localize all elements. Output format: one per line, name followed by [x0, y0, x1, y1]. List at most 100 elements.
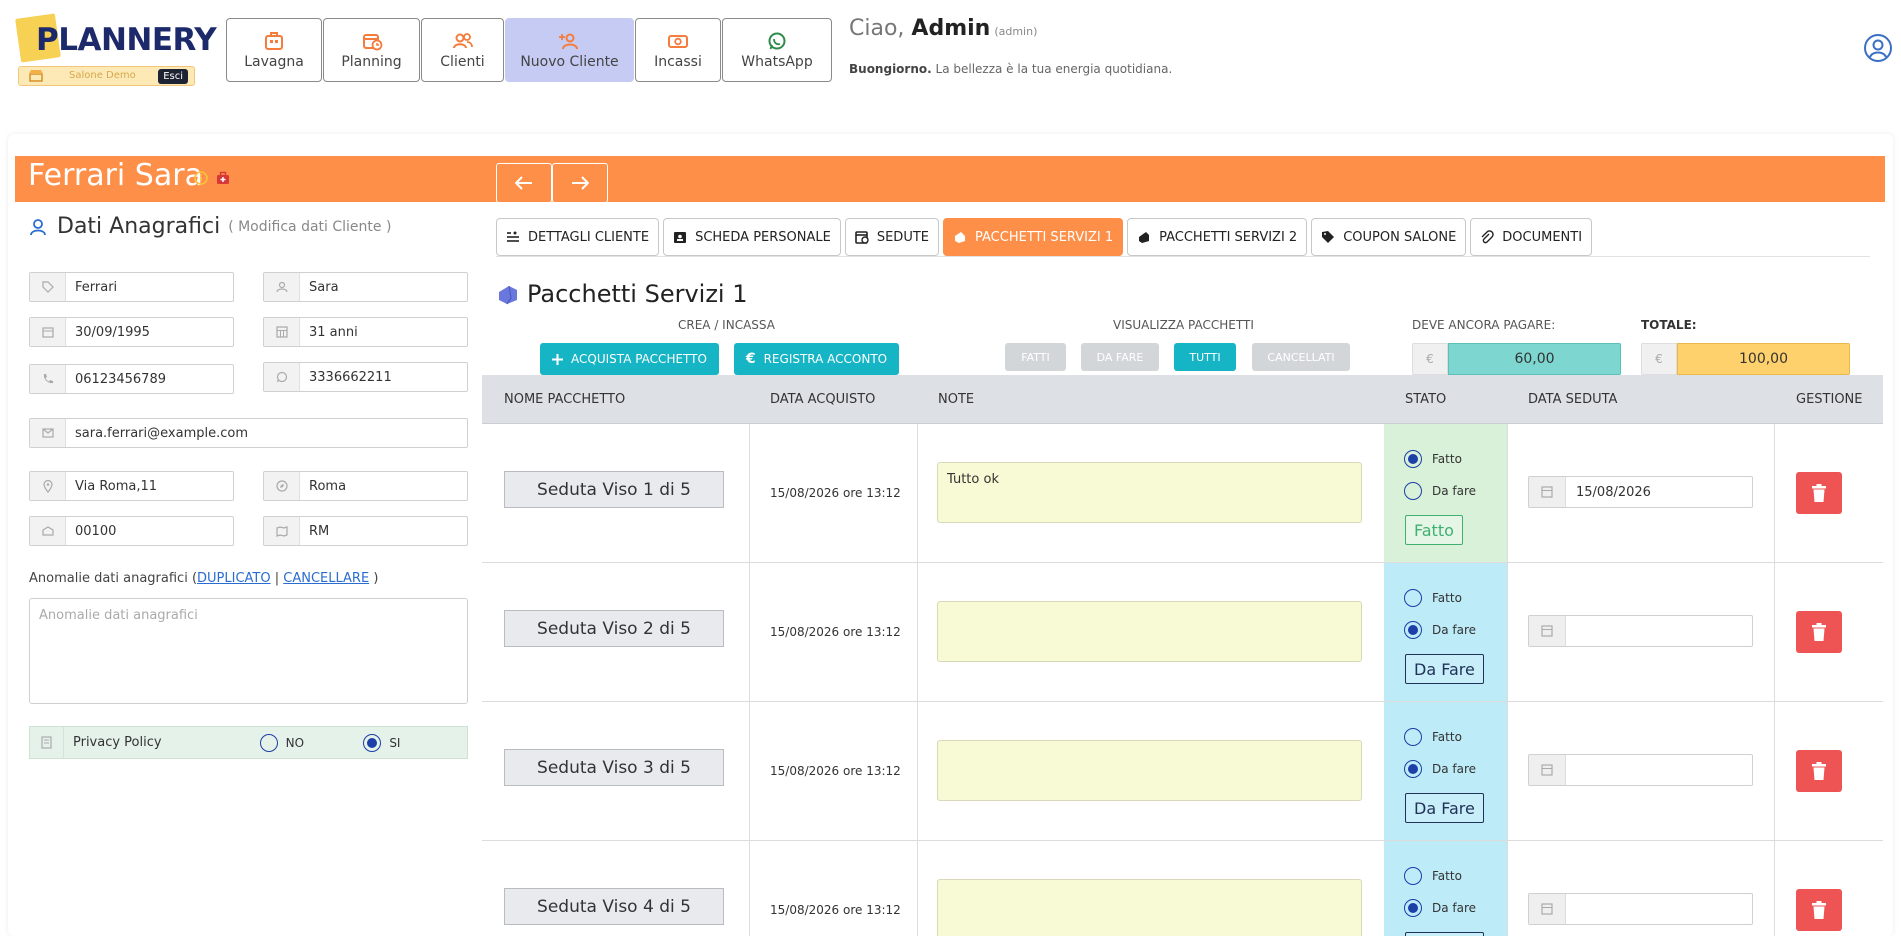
plus-icon	[552, 353, 564, 365]
status-fatto-label: Fatto	[1432, 730, 1462, 744]
whatsapp-field[interactable]: 3336662211	[263, 362, 468, 392]
seduta-date-value	[1566, 616, 1576, 646]
note-field[interactable]	[937, 879, 1362, 936]
client-name-icons	[194, 171, 230, 185]
nav-whatsapp[interactable]: WhatsApp	[722, 18, 832, 82]
acquista-pacchetto-button[interactable]: ACQUISTA PACCHETTO	[540, 343, 719, 375]
tab-scheda-personale[interactable]: SCHEDA PERSONALE	[663, 218, 841, 256]
privacy-no-option[interactable]: NO	[259, 733, 364, 752]
package-name[interactable]: Seduta Viso 1 di 5	[504, 471, 724, 508]
delete-button[interactable]	[1796, 611, 1842, 653]
filter-da-fare-button[interactable]: DA FARE	[1081, 343, 1159, 371]
arrow-left-icon	[515, 176, 532, 190]
logo[interactable]: PLANNERY Salone Demo Esci	[15, 13, 217, 88]
email-field[interactable]: sara.ferrari@example.com	[29, 418, 468, 448]
nav-planning[interactable]: Planning	[323, 18, 420, 82]
next-client-button[interactable]	[552, 163, 608, 203]
seduta-date-field[interactable]	[1528, 893, 1753, 925]
status-fatto-radio[interactable]	[1404, 589, 1422, 607]
salone-bar: Salone Demo Esci	[18, 66, 195, 86]
status-dafare-radio[interactable]	[1404, 760, 1422, 778]
status-dafare-option[interactable]: Da fare	[1404, 899, 1476, 917]
tab-dettagli-cliente[interactable]: DETTAGLI CLIENTE	[496, 218, 660, 256]
user-account-icon[interactable]	[1863, 33, 1893, 63]
status-dafare-option[interactable]: Da fare	[1404, 482, 1476, 500]
greeting-prefix: Ciao,	[849, 16, 905, 41]
salone-name: Salone Demo	[69, 70, 136, 81]
registra-acconto-button[interactable]: € REGISTRA ACCONTO	[734, 343, 899, 375]
cap-field[interactable]: 00100	[29, 516, 234, 546]
edit-client-link[interactable]: ( Modifica dati Cliente )	[228, 219, 391, 235]
email-value: sara.ferrari@example.com	[75, 425, 248, 441]
status-dafare-option[interactable]: Da fare	[1404, 621, 1476, 639]
seduta-date-field[interactable]: 15/08/2026	[1528, 476, 1753, 508]
address-field[interactable]: Via Roma,11	[29, 471, 234, 501]
tab-sedute[interactable]: SEDUTE	[844, 218, 939, 256]
status-fatto-radio[interactable]	[1404, 450, 1422, 468]
client-name: Ferrari Sara	[28, 158, 203, 193]
seduta-date-field[interactable]	[1528, 754, 1753, 786]
note-field[interactable]	[937, 740, 1362, 801]
status-fatto-radio[interactable]	[1404, 728, 1422, 746]
delete-button[interactable]	[1796, 889, 1842, 931]
nav-label: Clienti	[440, 53, 485, 70]
nome-field[interactable]: Sara	[263, 272, 468, 302]
delete-button[interactable]	[1796, 472, 1842, 514]
tab-documenti[interactable]: DOCUMENTI	[1470, 218, 1593, 256]
city-field[interactable]: Roma	[263, 471, 468, 501]
package-name[interactable]: Seduta Viso 4 di 5	[504, 888, 724, 925]
cell-divider	[1507, 424, 1508, 562]
privacy-no-radio[interactable]	[259, 733, 278, 752]
tab-pacchetti-servizi-2[interactable]: PACCHETTI SERVIZI 2	[1127, 218, 1308, 256]
status-fatto-radio[interactable]	[1404, 867, 1422, 885]
greeting-role: (admin)	[994, 25, 1038, 38]
status-cell: Fatto Da fare Da Fare	[1384, 563, 1507, 701]
logout-button[interactable]: Esci	[158, 69, 188, 84]
anomalie-textarea[interactable]: Anomalie dati anagrafici	[29, 598, 468, 704]
status-cell: Fatto Da fare Da Fare	[1384, 702, 1507, 840]
birthdate-field[interactable]: 30/09/1995	[29, 317, 234, 347]
nav-lavagna[interactable]: Lavagna	[226, 18, 322, 82]
note-field[interactable]: Tutto ok	[937, 462, 1362, 523]
package-name[interactable]: Seduta Viso 3 di 5	[504, 749, 724, 786]
info-icon[interactable]	[194, 171, 208, 185]
status-fatto-option[interactable]: Fatto	[1404, 728, 1462, 746]
privacy-si-radio[interactable]	[363, 733, 382, 752]
nav-clienti[interactable]: Clienti	[421, 18, 504, 82]
status-fatto-option[interactable]: Fatto	[1404, 589, 1462, 607]
paperclip-icon	[1481, 230, 1495, 244]
status-fatto-option[interactable]: Fatto	[1404, 867, 1462, 885]
status-dafare-radio[interactable]	[1404, 899, 1422, 917]
tag-icon	[30, 273, 66, 301]
duplicato-link[interactable]: DUPLICATO	[197, 571, 271, 586]
client-tabs: DETTAGLI CLIENTE SCHEDA PERSONALE SEDUTE…	[496, 218, 1593, 256]
tab-label: SCHEDA PERSONALE	[695, 229, 831, 245]
privacy-si-option[interactable]: SI	[363, 733, 467, 752]
package-name[interactable]: Seduta Viso 2 di 5	[504, 610, 724, 647]
anomalie-prefix: Anomalie dati anagrafici (	[29, 571, 198, 586]
nav-incassi[interactable]: Incassi	[635, 18, 721, 82]
tab-label: SEDUTE	[876, 229, 929, 245]
cognome-field[interactable]: Ferrari	[29, 272, 234, 302]
delete-button[interactable]	[1796, 750, 1842, 792]
filter-fatti-button[interactable]: FATTI	[1005, 343, 1066, 371]
phone-field[interactable]: 06123456789	[29, 364, 234, 394]
status-dafare-radio[interactable]	[1404, 621, 1422, 639]
filter-tutti-button[interactable]: TUTTI	[1174, 343, 1236, 371]
note-field[interactable]	[937, 601, 1362, 662]
cancellare-link[interactable]: CANCELLARE	[283, 571, 369, 586]
status-dafare-radio[interactable]	[1404, 482, 1422, 500]
cash-icon	[668, 34, 688, 48]
status-fatto-option[interactable]: Fatto	[1404, 450, 1462, 468]
filter-cancellati-button[interactable]: CANCELLATI	[1252, 343, 1350, 371]
status-dafare-option[interactable]: Da fare	[1404, 760, 1476, 778]
nav-nuovo-cliente[interactable]: Nuovo Cliente	[505, 18, 634, 82]
tab-coupon-salone[interactable]: COUPON SALONE	[1311, 218, 1467, 256]
seduta-date-field[interactable]	[1528, 615, 1753, 647]
prev-client-button[interactable]	[496, 163, 552, 203]
purchase-date: 15/08/2026 ore 13:12	[770, 486, 901, 500]
tab-pacchetti-servizi-1[interactable]: PACCHETTI SERVIZI 1	[943, 218, 1124, 256]
province-field[interactable]: RM	[263, 516, 468, 546]
status-badge: Fatto	[1405, 515, 1463, 545]
medical-kit-icon[interactable]	[216, 171, 230, 185]
